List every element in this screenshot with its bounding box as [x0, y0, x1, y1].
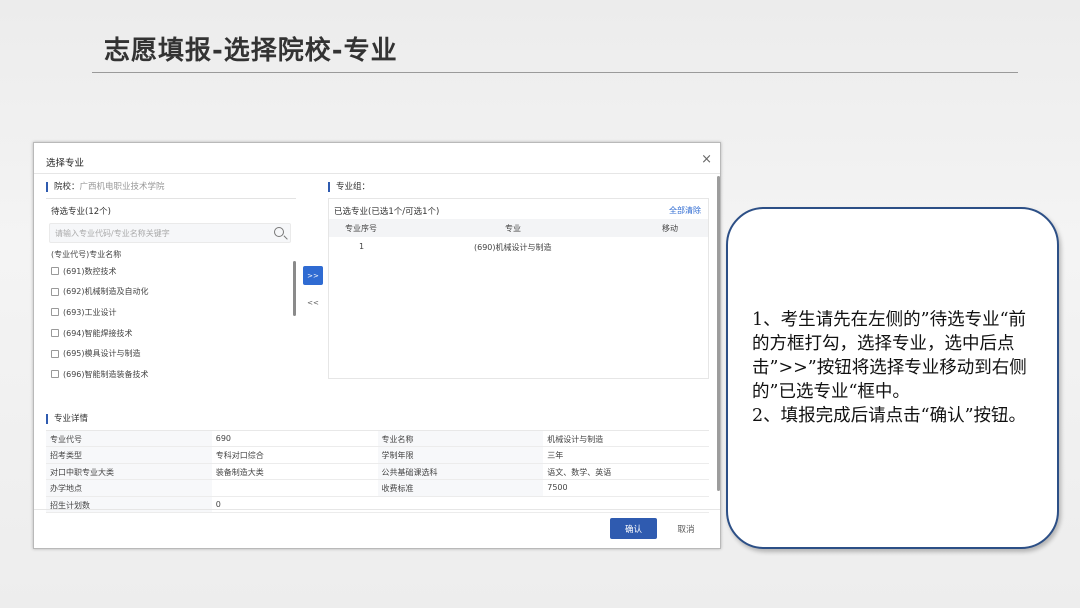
table-row[interactable]: 1 (690)机械设计与制造 [329, 238, 708, 256]
detail-section-label: 专业详情 [46, 414, 88, 424]
detail-label: 招考类型 [46, 447, 212, 463]
checkbox[interactable] [51, 329, 59, 338]
checkbox[interactable] [51, 370, 59, 379]
title-divider [92, 72, 1018, 73]
checkbox[interactable] [51, 349, 59, 358]
major-detail-grid: 专业代号 690 专业名称 机械设计与制造 招考类型 专科对口综合 学制年限 三… [46, 430, 709, 513]
search-input[interactable] [50, 224, 265, 242]
list-item[interactable]: (696)智能制造装备技术 [49, 364, 293, 379]
search-box [49, 223, 291, 243]
cancel-button[interactable]: 取消 [666, 518, 706, 539]
detail-value [212, 480, 378, 495]
select-major-dialog: 选择专业 × 院校：广西机电职业技术学院 待选专业(12个) (专业代号)专业名… [33, 142, 721, 549]
major-name: (695)模具设计与制造 [63, 349, 141, 359]
detail-label: 公共基础课选科 [377, 463, 544, 480]
detail-value: 机械设计与制造 [547, 435, 604, 444]
instruction-text: 1、考生请先在左侧的”待选专业“前的方框打勾，选择专业，选中后点击”>>”按钮将… [752, 308, 1042, 428]
major-name: (694)智能焊接技术 [63, 328, 133, 338]
dialog-title: 选择专业 [46, 158, 85, 169]
school-name: 广西机电职业技术学院 [79, 182, 165, 192]
instruction-step-1: 1、考生请先在左侧的”待选专业“前的方框打勾，选择专业，选中后点击”>>”按钮将… [752, 310, 1027, 402]
move-right-button[interactable]: >> [303, 266, 323, 285]
clear-all-link[interactable]: 全部清除 [669, 205, 701, 216]
major-list: (691)数控技术 (692)机械制造及自动化 (693)工业设计 (694)智… [49, 261, 293, 379]
confirm-button[interactable]: 确认 [610, 518, 657, 539]
list-item[interactable]: (693)工业设计 [49, 302, 293, 323]
detail-label: 办学地点 [46, 480, 212, 496]
instruction-callout: 1、考生请先在左侧的”待选专业“前的方框打勾，选择专业，选中后点击”>>”按钮将… [726, 207, 1059, 549]
detail-label: 专业名称 [377, 431, 544, 447]
detail-value: 三年 [547, 451, 564, 461]
column-header-major: 专业 [505, 224, 521, 233]
detail-row: 专业代号 690 专业名称 机械设计与制造 [46, 431, 709, 448]
school-label: 院校： [54, 182, 80, 192]
list-item[interactable]: (694)智能焊接技术 [49, 323, 293, 344]
row-index: 1 [359, 242, 365, 251]
detail-value: 690 [215, 434, 232, 443]
waiting-majors-label: 待选专业(12个) [51, 207, 111, 217]
detail-value: 语文、数学、英语 [547, 467, 612, 477]
detail-value: 装备制造大类 [215, 467, 264, 477]
detail-label: 专业代号 [46, 431, 212, 447]
major-name: (691)数控技术 [63, 266, 117, 276]
detail-row: 办学地点 收费标准 7500 [46, 480, 709, 497]
left-divider [46, 198, 296, 199]
column-header-index: 专业序号 [345, 224, 377, 233]
major-name: (693)工业设计 [63, 307, 117, 317]
list-item[interactable]: (691)数控技术 [49, 261, 293, 282]
dialog-divider [34, 173, 720, 174]
list-item[interactable]: (695)模具设计与制造 [49, 343, 293, 364]
detail-label: 对口中职专业大类 [46, 463, 212, 480]
major-name: (696)智能制造装备技术 [63, 369, 149, 379]
detail-value: 7500 [547, 483, 568, 493]
row-major: (690)机械设计与制造 [474, 243, 552, 252]
selected-table-header: 专业序号 专业 移动 [329, 219, 708, 237]
detail-row: 对口中职专业大类 装备制造大类 公共基础课选科 语文、数学、英语 [46, 463, 709, 481]
checkbox[interactable] [51, 308, 59, 317]
slide-title: 志愿填报-选择院校-专业 [104, 36, 398, 66]
move-left-button[interactable]: << [303, 293, 323, 312]
school-section-label: 院校：广西机电职业技术学院 [46, 182, 165, 192]
checkbox[interactable] [51, 287, 59, 296]
detail-label: 学制年限 [377, 447, 544, 463]
search-icon[interactable] [274, 227, 284, 237]
list-item[interactable]: (692)机械制造及自动化 [49, 282, 293, 303]
dialog-scrollbar[interactable] [717, 176, 720, 491]
major-list-scrollbar[interactable] [293, 261, 296, 316]
detail-label: 收费标准 [377, 480, 544, 496]
checkbox[interactable] [51, 267, 59, 276]
group-section-label: 专业组： [328, 182, 370, 192]
major-name: (692)机械制造及自动化 [63, 287, 149, 297]
detail-value: 专科对口综合 [215, 451, 264, 461]
close-icon[interactable]: × [701, 152, 712, 167]
detail-row: 招考类型 专科对口综合 学制年限 三年 [46, 447, 709, 464]
column-header-move: 移动 [662, 224, 678, 233]
detail-row: 招生计划数 0 [46, 496, 709, 513]
footer-divider [34, 509, 720, 510]
instruction-step-2: 2、填报完成后请点击“确认”按钮。 [752, 406, 1027, 426]
selected-majors-label: 已选专业(已选1个/可选1个) [334, 207, 440, 217]
major-list-header: (专业代号)专业名称 [51, 250, 122, 259]
